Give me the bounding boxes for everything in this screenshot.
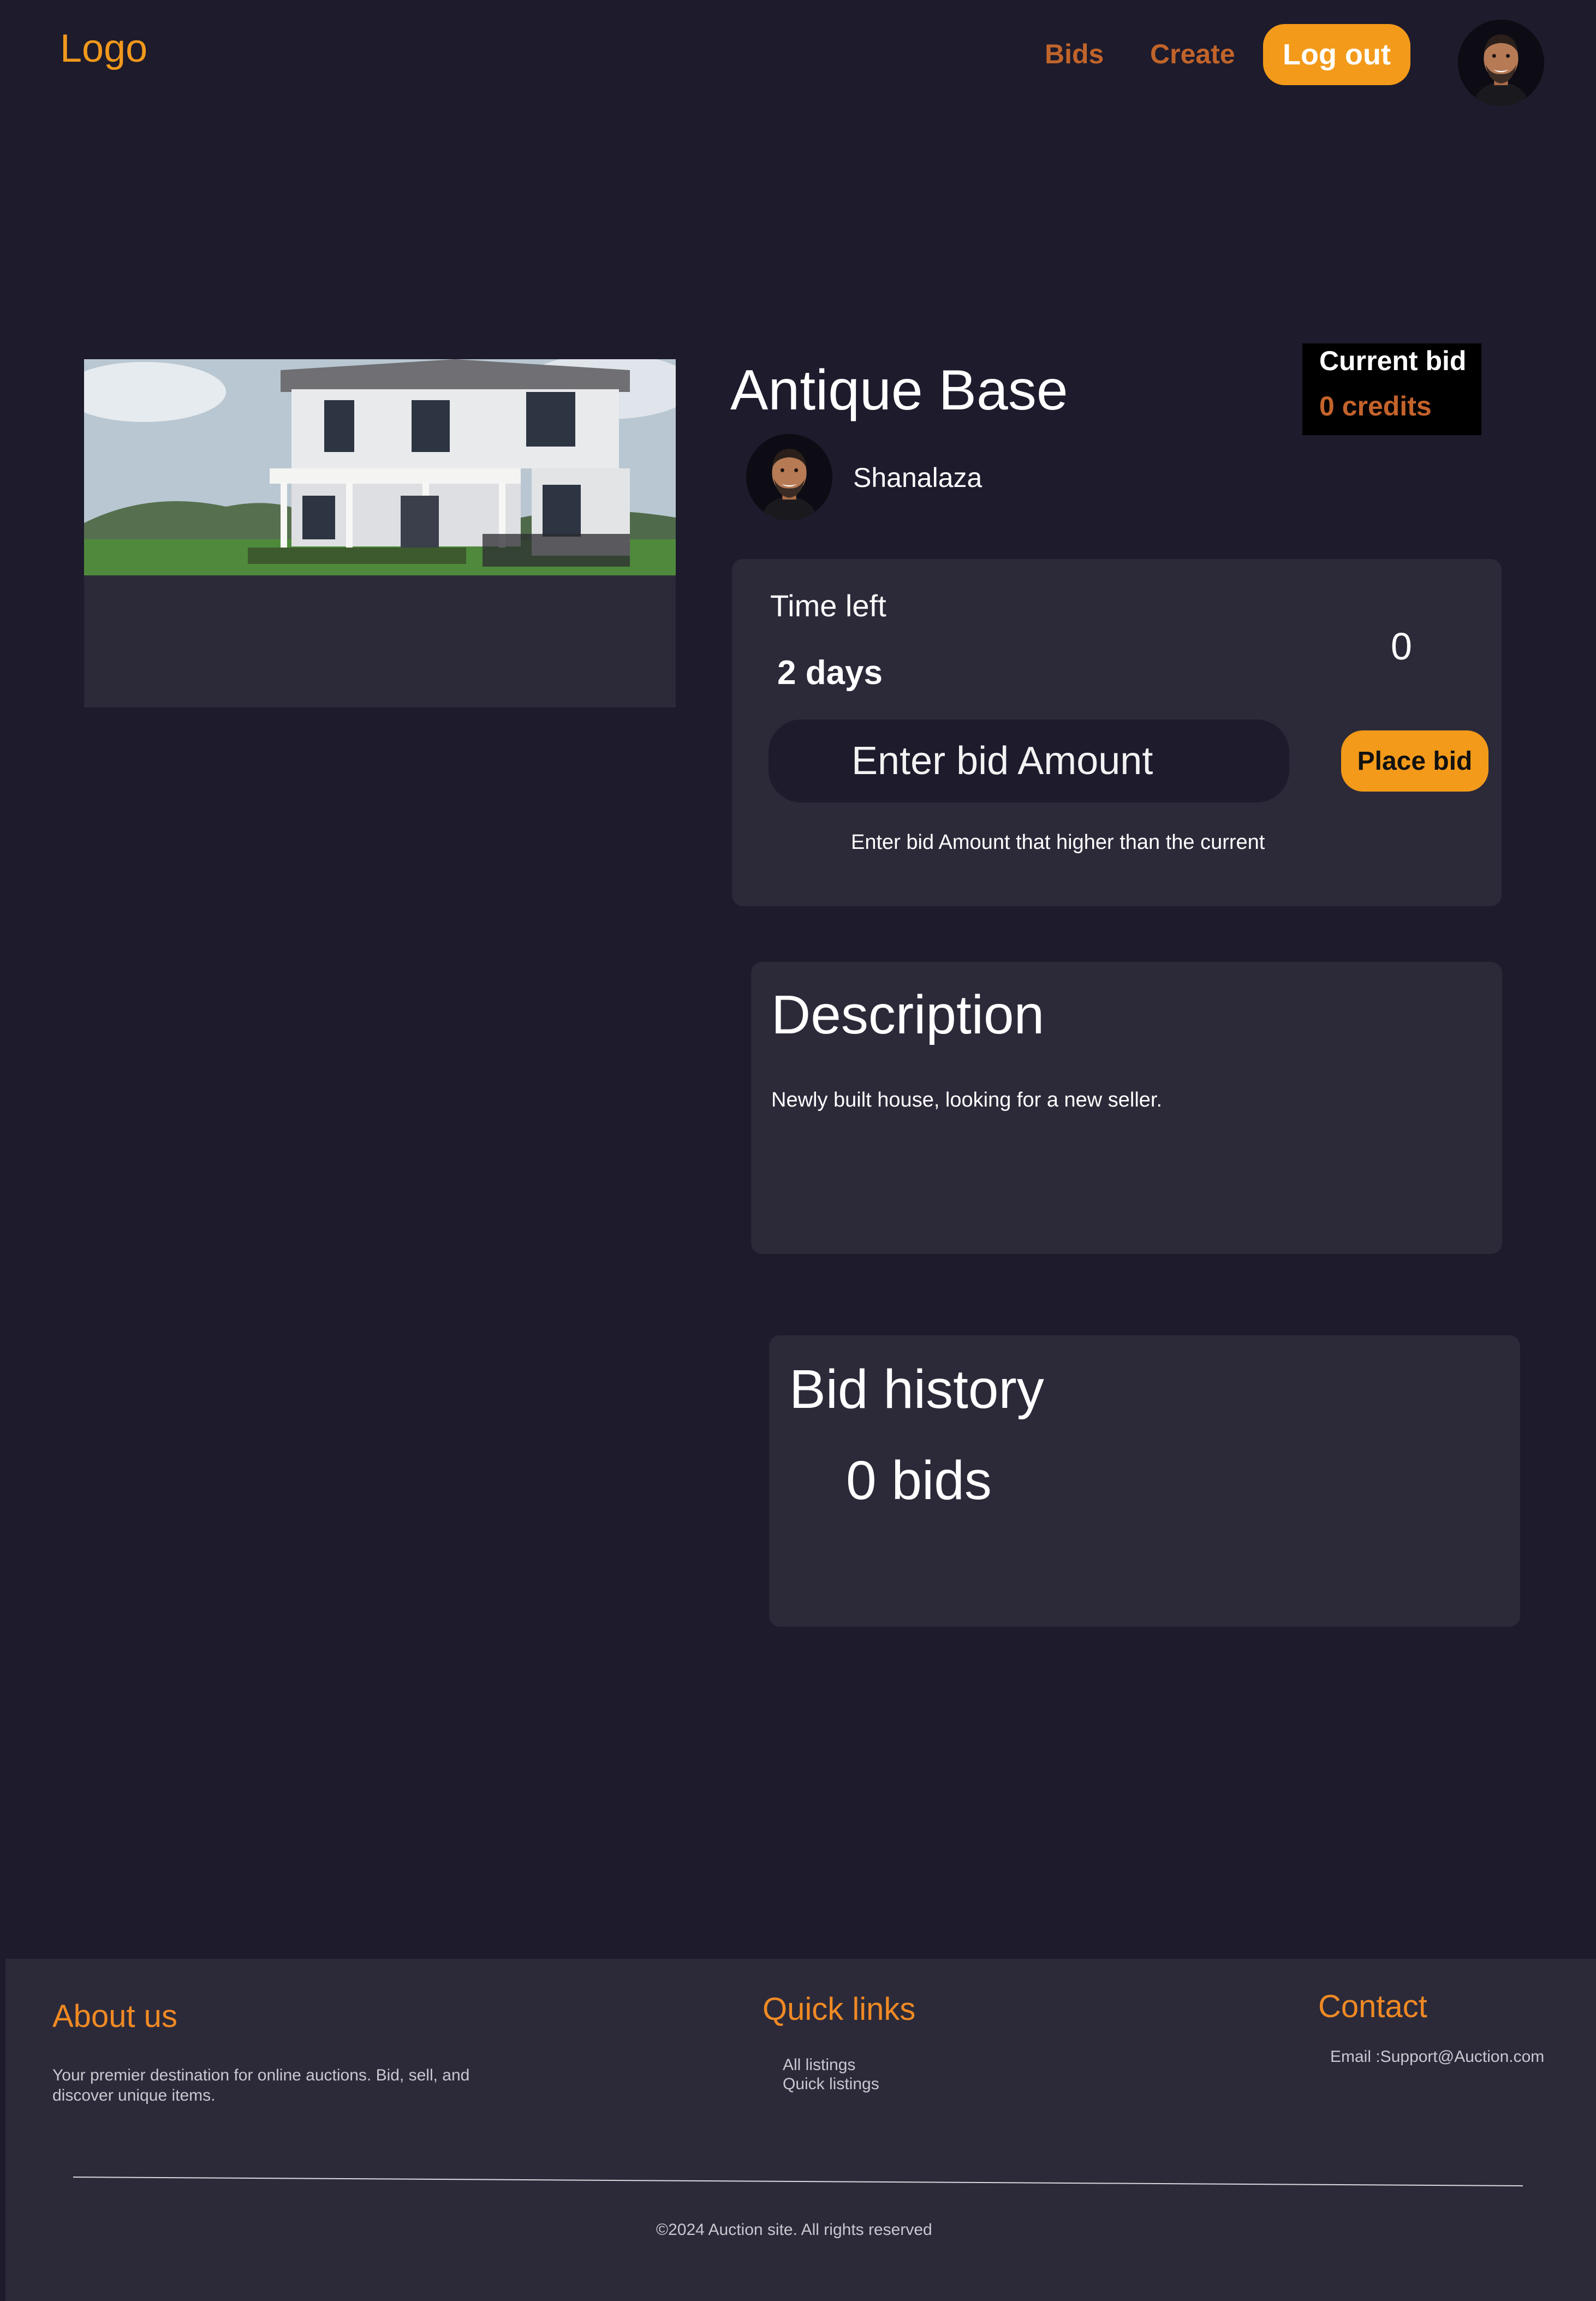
nav-create-link[interactable]: Create: [1150, 38, 1235, 70]
bid-history-count: 0 bids: [846, 1450, 992, 1511]
time-left-value: 2 days: [777, 654, 883, 692]
nav-bids-link[interactable]: Bids: [1045, 38, 1104, 70]
description-text: Newly built house, looking for a new sel…: [771, 1089, 1163, 1111]
item-title: Antique Base: [730, 359, 1068, 422]
current-bid-label: Current bid: [1319, 346, 1467, 376]
user-avatar-icon: [1458, 20, 1544, 106]
bid-counter: 0: [1391, 625, 1412, 668]
bid-history-title: Bid history: [789, 1359, 1044, 1420]
description-title: Description: [771, 984, 1045, 1045]
seller-avatar-icon: [746, 434, 832, 520]
logo[interactable]: Logo: [60, 26, 147, 71]
footer-about-title: About us: [52, 1999, 177, 2034]
footer-link-quick-listings[interactable]: Quick listings: [783, 2075, 879, 2094]
footer-divider: [73, 2177, 1523, 2186]
place-bid-button[interactable]: Place bid: [1341, 730, 1488, 792]
current-bid-value: 0 credits: [1319, 391, 1432, 421]
seller-name[interactable]: Shanalaza: [853, 462, 982, 494]
house-photo-icon: [84, 359, 676, 575]
footer-about-text: Your premier destination for online auct…: [52, 2066, 470, 2104]
footer-link-all-listings[interactable]: All listings: [783, 2056, 855, 2074]
seller-avatar[interactable]: [746, 434, 832, 520]
footer-contact-title: Contact: [1318, 1989, 1427, 2024]
bid-hint: Enter bid Amount that higher than the cu…: [851, 831, 1265, 854]
user-avatar[interactable]: [1458, 20, 1544, 106]
time-left-label: Time left: [770, 588, 886, 623]
item-image: [84, 359, 676, 575]
bid-amount-input[interactable]: [769, 720, 1289, 802]
copyright: ©2024 Auction site. All rights reserved: [656, 2221, 932, 2239]
footer-contact-email[interactable]: Email :Support@Auction.com: [1330, 2048, 1544, 2066]
footer-quick-links-title: Quick links: [763, 1991, 916, 2027]
logout-button[interactable]: Log out: [1263, 24, 1410, 85]
